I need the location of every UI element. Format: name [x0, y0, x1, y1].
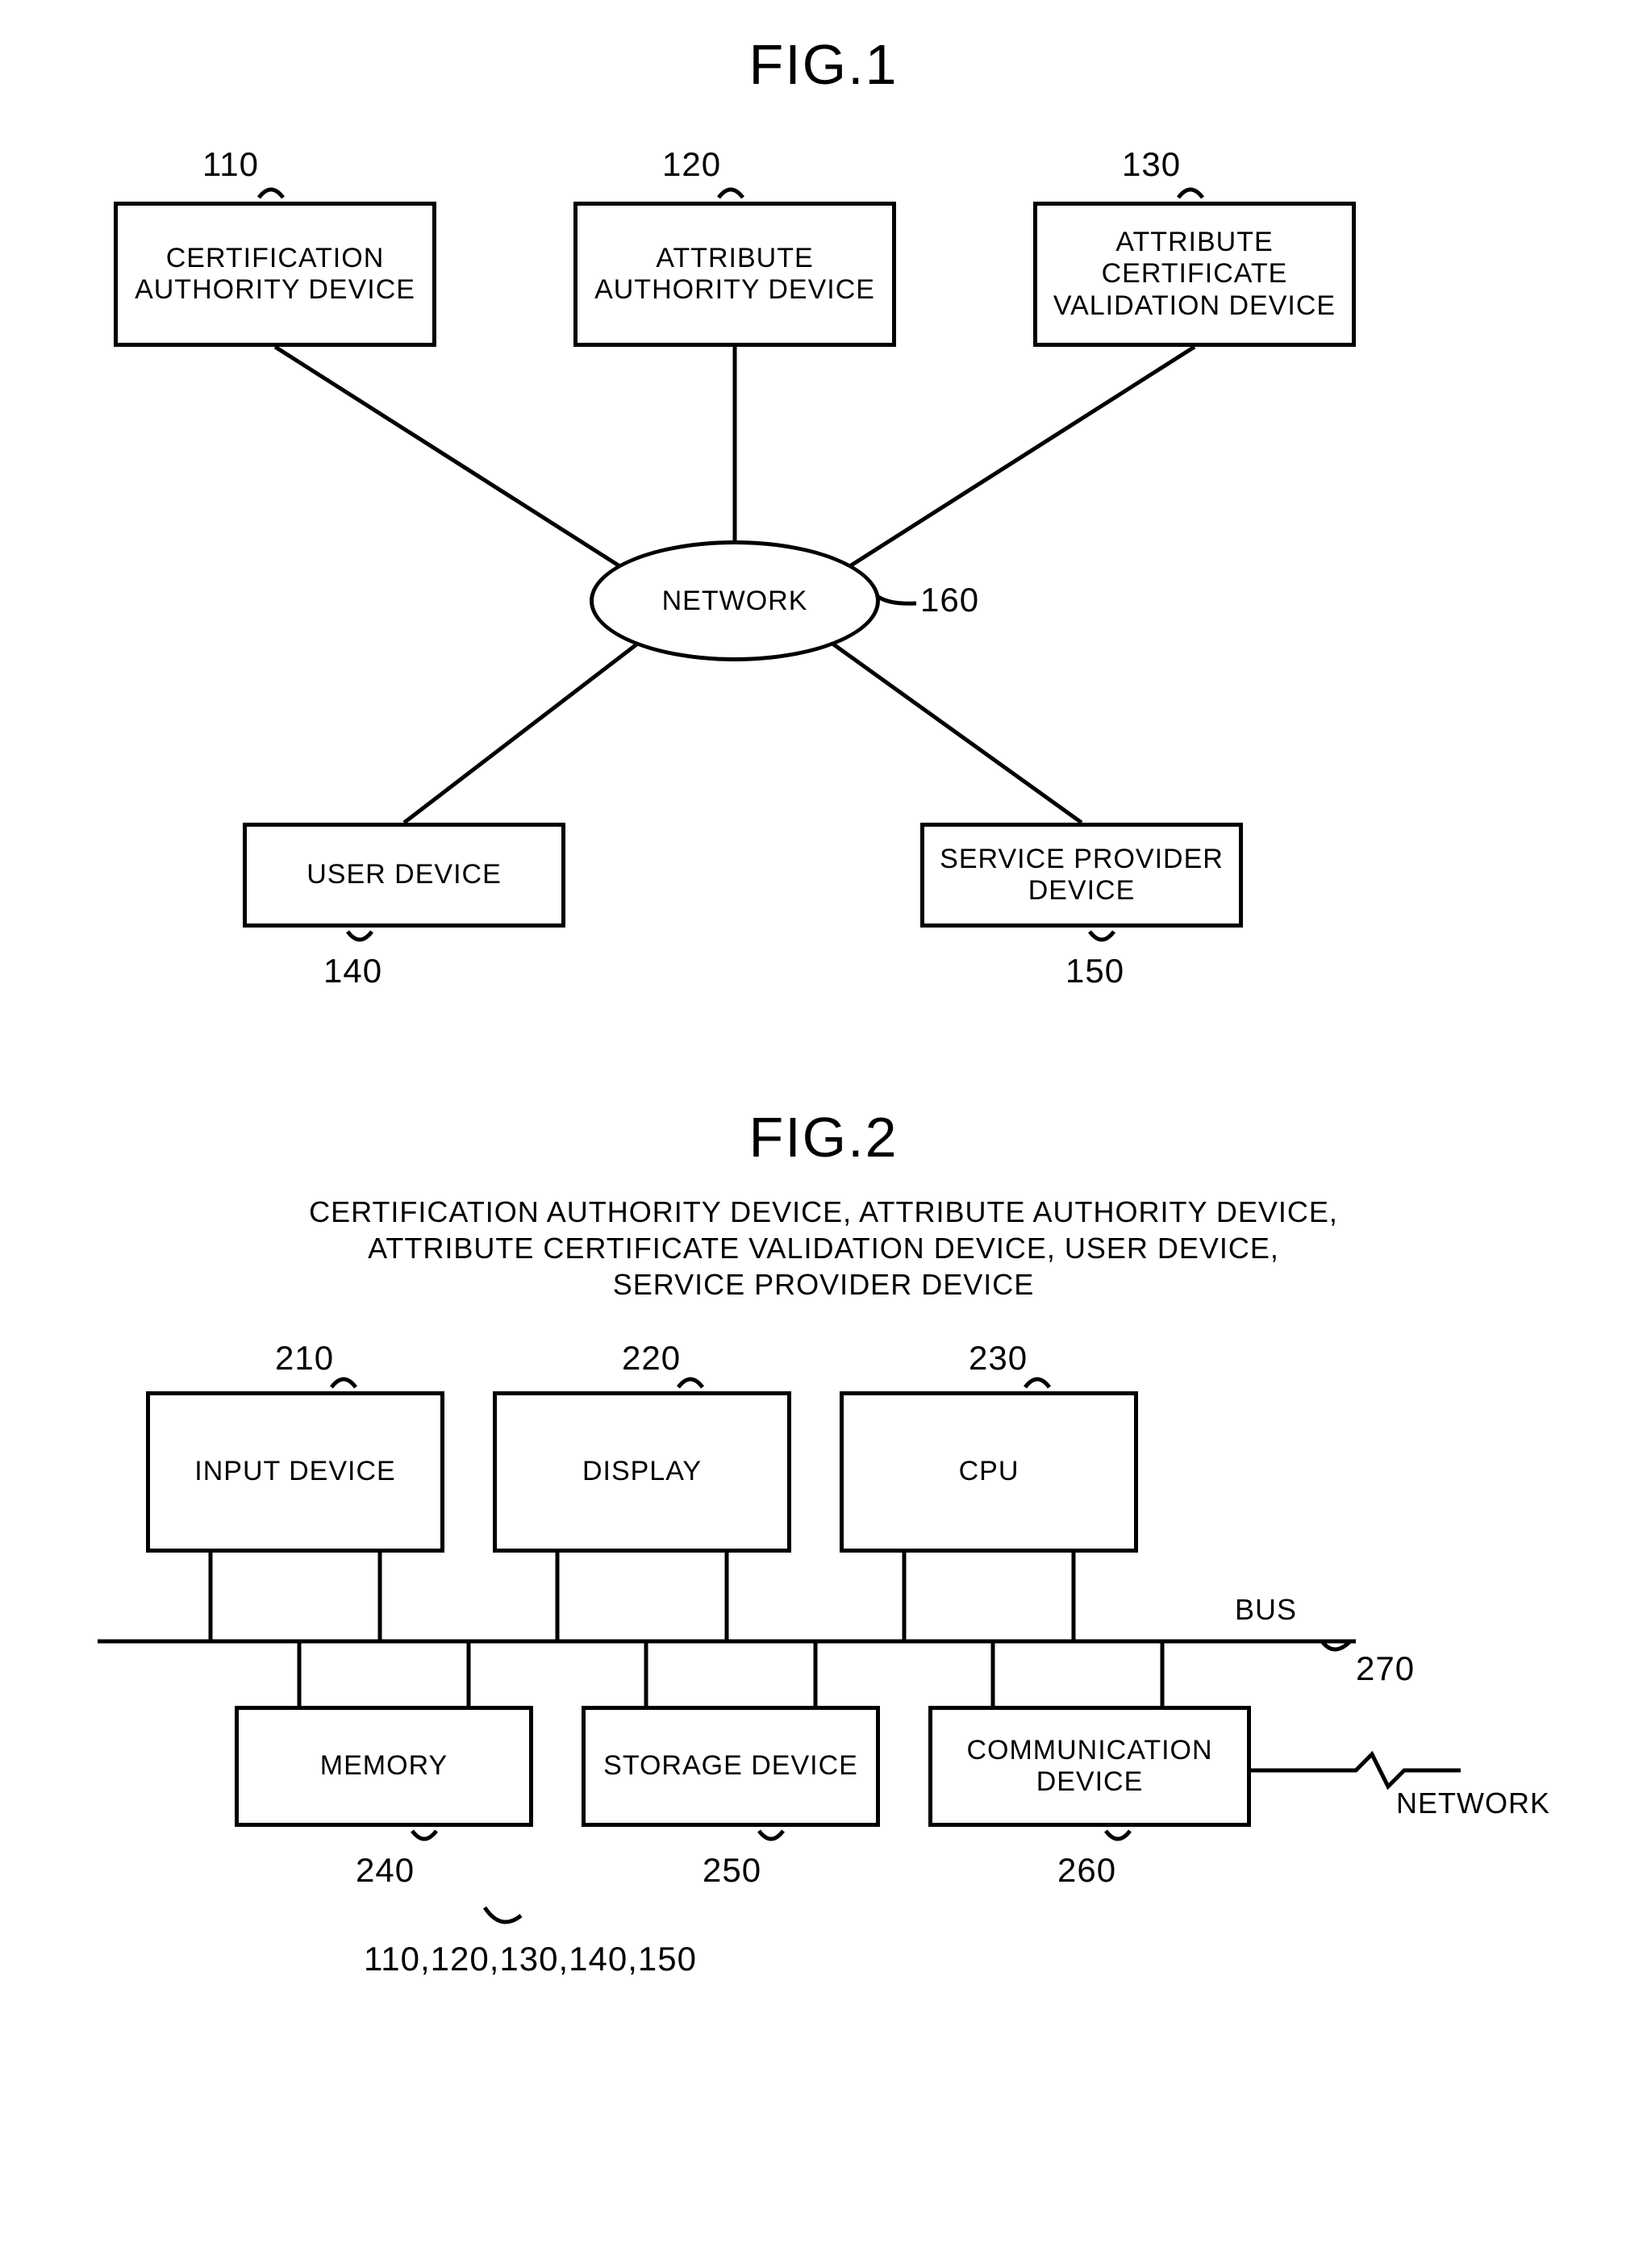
- node-label: NETWORK: [662, 586, 808, 617]
- node-label: STORAGE DEVICE: [603, 1750, 858, 1782]
- node-attribute-authority: ATTRIBUTE AUTHORITY DEVICE: [573, 202, 896, 347]
- node-user-device: USER DEVICE: [243, 823, 565, 928]
- ref-110: 110: [202, 145, 259, 184]
- group-ref: 110,120,130,140,150: [364, 1940, 697, 1978]
- node-label: DISPLAY: [582, 1456, 702, 1487]
- figure-1: FIG.1 CERTIFICATION AUTHORITY DEVICE 110…: [33, 32, 1614, 1008]
- node-display: DISPLAY: [493, 1391, 791, 1553]
- figure-2: FIG.2 CERTIFICATION AUTHORITY DEVICE, AT…: [33, 1105, 1614, 2020]
- node-label: SERVICE PROVIDER DEVICE: [928, 844, 1236, 907]
- ref-130: 130: [1122, 145, 1181, 184]
- node-label: COMMUNICATION DEVICE: [936, 1735, 1244, 1798]
- node-network: NETWORK: [590, 540, 880, 661]
- bus-label: BUS: [1235, 1593, 1297, 1627]
- ref-250: 250: [703, 1851, 761, 1890]
- node-input-device: INPUT DEVICE: [146, 1391, 444, 1553]
- ref-120: 120: [662, 145, 721, 184]
- fig2-caption: CERTIFICATION AUTHORITY DEVICE, ATTRIBUT…: [33, 1194, 1614, 1303]
- node-cpu: CPU: [840, 1391, 1138, 1553]
- node-label: INPUT DEVICE: [194, 1456, 395, 1487]
- ref-140: 140: [323, 952, 382, 990]
- fig2-diagram: INPUT DEVICE 210 DISPLAY 220 CPU 230 BUS…: [33, 1311, 1614, 2020]
- caption-line: ATTRIBUTE CERTIFICATE VALIDATION DEVICE,…: [33, 1230, 1614, 1266]
- network-label: NETWORK: [1396, 1786, 1550, 1820]
- node-label: USER DEVICE: [306, 859, 502, 890]
- ref-150: 150: [1065, 952, 1124, 990]
- fig2-title: FIG.2: [33, 1105, 1614, 1169]
- caption-line: CERTIFICATION AUTHORITY DEVICE, ATTRIBUT…: [33, 1194, 1614, 1230]
- ref-240: 240: [356, 1851, 415, 1890]
- ref-230: 230: [969, 1339, 1028, 1378]
- node-service-provider: SERVICE PROVIDER DEVICE: [920, 823, 1243, 928]
- node-label: ATTRIBUTE AUTHORITY DEVICE: [581, 243, 889, 306]
- ref-160: 160: [920, 581, 979, 619]
- node-label: MEMORY: [320, 1750, 448, 1782]
- ref-260: 260: [1057, 1851, 1116, 1890]
- fig1-title: FIG.1: [33, 32, 1614, 97]
- node-label: CERTIFICATION AUTHORITY DEVICE: [121, 243, 429, 306]
- node-attribute-certificate-validation: ATTRIBUTE CERTIFICATE VALIDATION DEVICE: [1033, 202, 1356, 347]
- node-storage: STORAGE DEVICE: [582, 1706, 880, 1827]
- node-communication: COMMUNICATION DEVICE: [928, 1706, 1251, 1827]
- ref-270: 270: [1356, 1649, 1415, 1688]
- node-memory: MEMORY: [235, 1706, 533, 1827]
- ref-220: 220: [622, 1339, 681, 1378]
- node-label: ATTRIBUTE CERTIFICATE VALIDATION DEVICE: [1040, 227, 1349, 321]
- caption-line: SERVICE PROVIDER DEVICE: [33, 1266, 1614, 1303]
- node-certification-authority: CERTIFICATION AUTHORITY DEVICE: [114, 202, 436, 347]
- node-label: CPU: [959, 1456, 1019, 1487]
- fig1-diagram: CERTIFICATION AUTHORITY DEVICE 110 ATTRI…: [33, 121, 1614, 1008]
- ref-210: 210: [275, 1339, 334, 1378]
